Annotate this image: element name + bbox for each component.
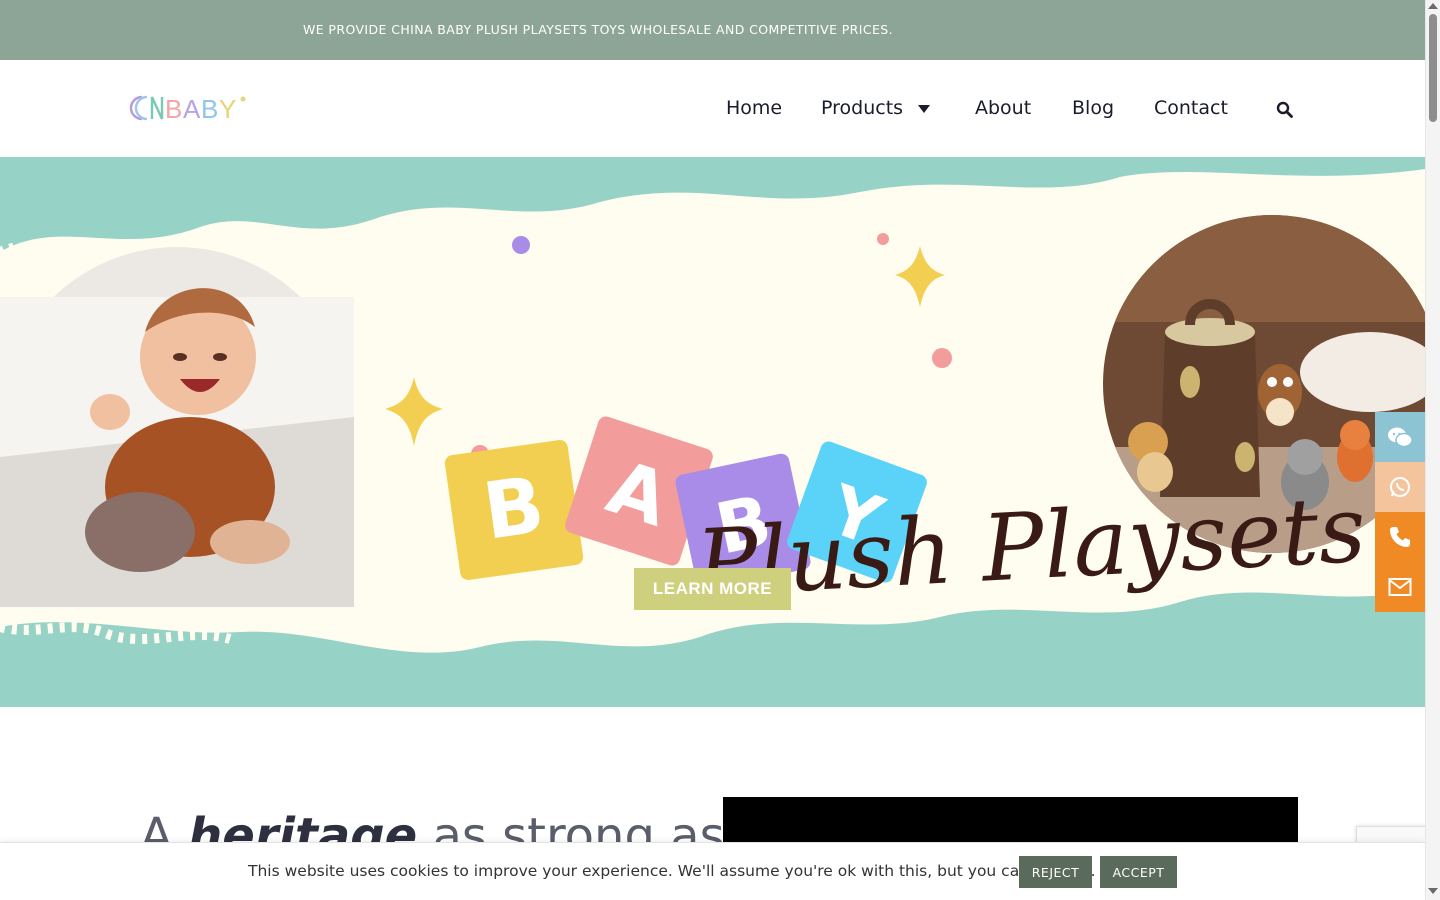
hero-illustration: B A B Y Plush Playsets — [0, 169, 1425, 653]
phone-button[interactable] — [1375, 512, 1425, 562]
announcement-bar: WE PROVIDE CHINA BABY PLUSH PLAYSETS TOY… — [0, 0, 1425, 60]
chevron-down-icon[interactable] — [918, 105, 930, 113]
nav-blog[interactable]: Blog — [1072, 97, 1114, 119]
reject-button[interactable]: REJECT — [1019, 856, 1092, 888]
announcement-text: WE PROVIDE CHINA BABY PLUSH PLAYSETS TOY… — [303, 22, 893, 37]
main-nav: Home Products About Blog Contact — [0, 97, 1425, 127]
nav-about[interactable]: About — [975, 97, 1031, 119]
nav-contact[interactable]: Contact — [1154, 97, 1228, 119]
learn-more-button[interactable]: LEARN MORE — [634, 568, 791, 610]
nav-products[interactable]: Products — [821, 97, 903, 119]
scrollbar[interactable] — [1425, 0, 1440, 900]
accept-button[interactable]: ACCEPT — [1100, 856, 1177, 888]
email-button[interactable] — [1375, 562, 1425, 612]
scroll-up-icon[interactable] — [1428, 3, 1438, 9]
search-icon[interactable] — [1276, 101, 1294, 119]
nav-home[interactable]: Home — [726, 97, 782, 119]
cookie-text: This website uses cookies to improve you… — [248, 862, 1096, 880]
site-header: B A B Y Home Products About Blog Contact — [0, 60, 1425, 157]
scroll-down-icon[interactable] — [1428, 888, 1438, 894]
baby-photo — [0, 247, 354, 607]
whatsapp-button[interactable] — [1375, 462, 1425, 512]
scrollbar-thumb[interactable] — [1429, 14, 1437, 122]
whatsapp-icon — [1390, 477, 1410, 497]
phone-icon — [1390, 527, 1410, 547]
wechat-icon — [1388, 427, 1413, 448]
block-letter-1: B — [478, 460, 549, 557]
wechat-button[interactable] — [1375, 412, 1425, 462]
page: WE PROVIDE CHINA BABY PLUSH PLAYSETS TOY… — [0, 0, 1440, 900]
hero-banner: B A B Y Plush Playsets LEARN MORE — [0, 157, 1425, 707]
cookie-banner: This website uses cookies to improve you… — [0, 842, 1425, 900]
email-icon — [1388, 578, 1412, 596]
